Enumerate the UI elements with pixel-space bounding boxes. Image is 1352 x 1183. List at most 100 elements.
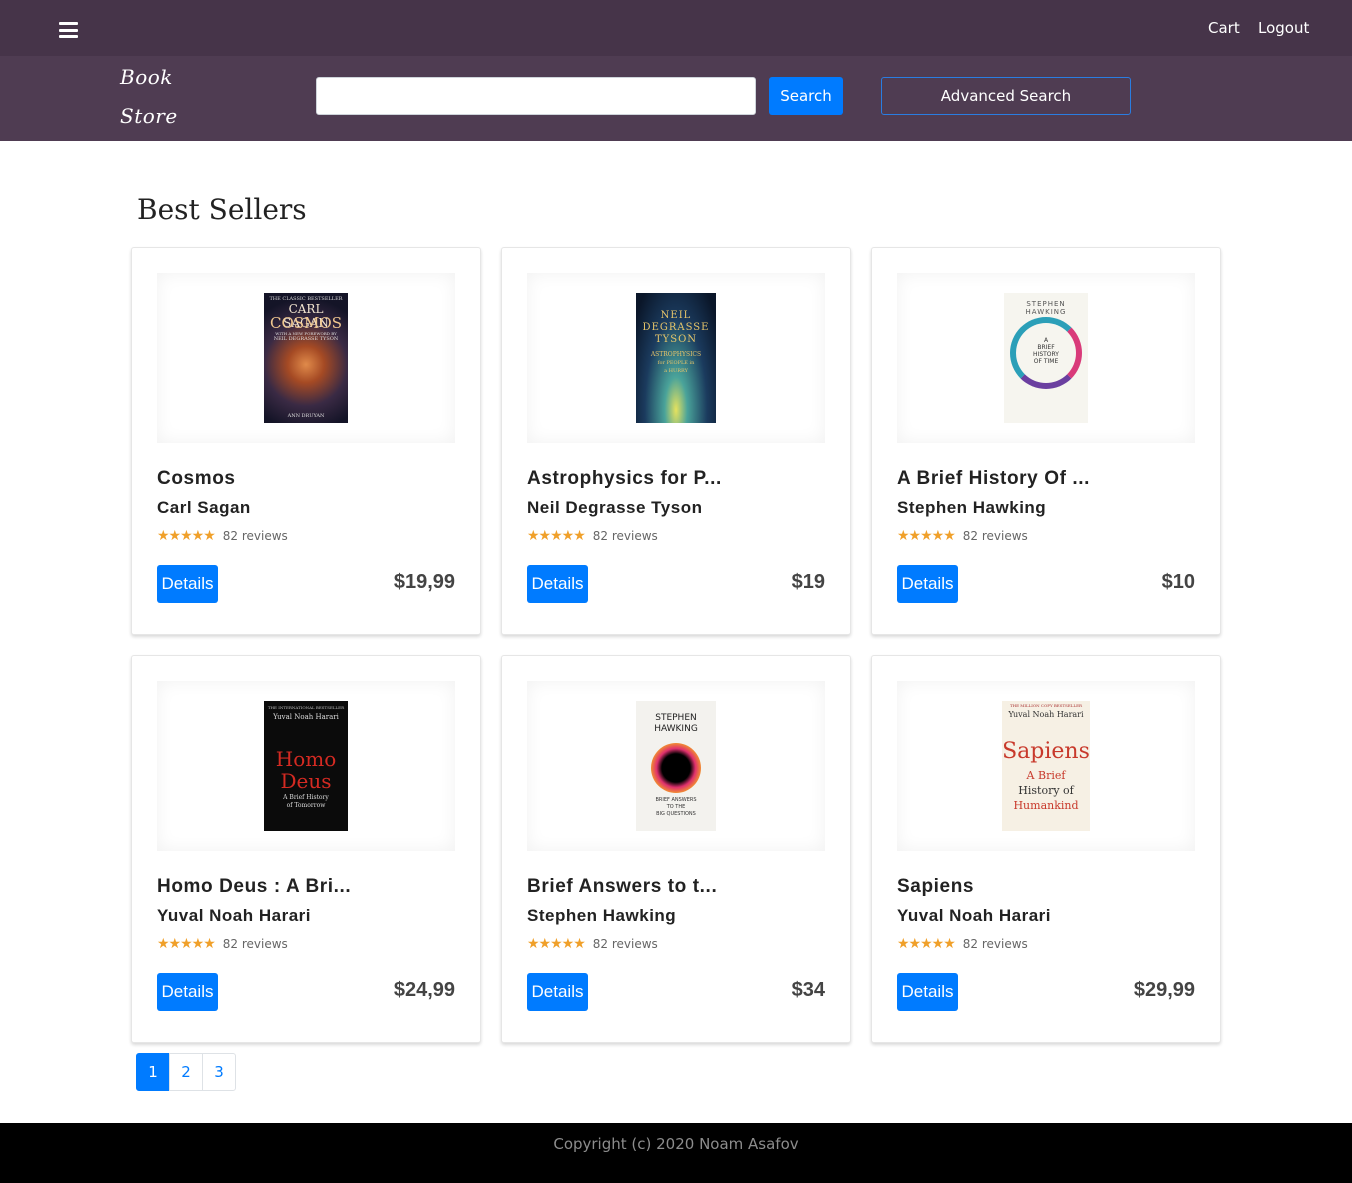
cover-text: A Brief — [1026, 769, 1066, 782]
book-price: $19 — [791, 571, 825, 593]
book-card: THE INTERNATIONAL BESTSELLER Yuval Noah … — [131, 655, 481, 1043]
book-price: $29,99 — [1133, 979, 1195, 1001]
book-cover-frame: THE INTERNATIONAL BESTSELLER Yuval Noah … — [157, 681, 455, 851]
cover-text: THE INTERNATIONAL BESTSELLER — [267, 705, 345, 710]
cover-text: Sapiens — [1002, 739, 1090, 764]
book-title[interactable]: Cosmos — [157, 468, 236, 490]
cover-text: NEIL — [660, 310, 692, 321]
details-button[interactable]: Details — [527, 973, 588, 1011]
reviews-count: 82 reviews — [222, 529, 288, 543]
book-title[interactable]: Homo Deus : A Bri... — [157, 876, 351, 898]
black-hole-graphic — [651, 743, 701, 793]
cover-text: A Brief History — [283, 794, 329, 801]
cover-text: BIG QUESTIONS — [656, 811, 696, 817]
pagination: 1 2 3 — [136, 1053, 236, 1091]
cover-text: Humankind — [1013, 799, 1079, 812]
cover-text: STEPHEN — [655, 713, 697, 723]
cart-link[interactable]: Cart — [1208, 19, 1240, 37]
cover-text: HAWKING — [654, 724, 698, 734]
reviews-count: 82 reviews — [962, 529, 1028, 543]
book-card: NEIL DEGRASSE TYSON ASTROPHYSICS for PEO… — [501, 247, 851, 635]
top-navbar: Cart Logout — [0, 0, 1352, 56]
star-rating-icon: ★★★★★ — [527, 936, 586, 952]
book-card: STEPHEN HAWKING A BRIEF HISTORY OF TIME … — [871, 247, 1221, 635]
cover-text: a HURRY — [664, 368, 688, 374]
cover-text: DEGRASSE — [642, 322, 710, 333]
reviews-count: 82 reviews — [222, 937, 288, 951]
book-cover-frame: NEIL DEGRASSE TYSON ASTROPHYSICS for PEO… — [527, 273, 825, 443]
cover-text: HAWKING — [1025, 308, 1067, 316]
footer: Copyright (c) 2020 Noam Asafov — [0, 1123, 1352, 1183]
logout-link[interactable]: Logout — [1258, 19, 1309, 37]
rating: ★★★★★ 82 reviews — [527, 936, 658, 952]
book-card: THE MILLION COPY BESTSELLER Yuval Noah H… — [871, 655, 1221, 1043]
book-cover-image[interactable]: THE CLASSIC BESTSELLER CARL SAGAN COSMOS… — [264, 293, 348, 423]
details-button[interactable]: Details — [897, 565, 958, 603]
reviews-count: 82 reviews — [592, 937, 658, 951]
page-link-3[interactable]: 3 — [202, 1053, 236, 1091]
book-price: $24,99 — [393, 979, 455, 1001]
cover-text: STEPHEN — [1026, 300, 1066, 308]
book-author: Carl Sagan — [157, 498, 251, 517]
book-author: Yuval Noah Harari — [157, 906, 312, 925]
page-link-2[interactable]: 2 — [169, 1053, 203, 1091]
book-title[interactable]: Brief Answers to t... — [527, 876, 717, 898]
cover-text: Deus — [280, 769, 332, 793]
cover-text: COSMOS — [270, 314, 342, 332]
cover-text: HISTORY — [1033, 351, 1059, 358]
search-button[interactable]: Search — [769, 77, 843, 115]
book-card: STEPHEN HAWKING BRIEF ANSWERS TO THE BIG… — [501, 655, 851, 1043]
star-rating-icon: ★★★★★ — [897, 528, 956, 544]
details-button[interactable]: Details — [527, 565, 588, 603]
menu-icon[interactable] — [59, 22, 78, 38]
book-author: Neil Degrasse Tyson — [527, 498, 703, 517]
book-cover-frame: STEPHEN HAWKING BRIEF ANSWERS TO THE BIG… — [527, 681, 825, 851]
rating: ★★★★★ 82 reviews — [157, 528, 288, 544]
star-rating-icon: ★★★★★ — [897, 936, 956, 952]
logo-line-1: Book — [120, 65, 173, 89]
page-link-1[interactable]: 1 — [136, 1053, 170, 1091]
book-price: $34 — [791, 979, 825, 1001]
cover-text: of Tomorrow — [286, 802, 326, 809]
cover-text: THE MILLION COPY BESTSELLER — [1009, 703, 1083, 708]
cover-text: Homo — [275, 747, 337, 771]
book-title[interactable]: Astrophysics for P... — [527, 468, 722, 490]
cover-text: TO THE — [666, 804, 686, 810]
rating: ★★★★★ 82 reviews — [527, 528, 658, 544]
book-card: THE CLASSIC BESTSELLER CARL SAGAN COSMOS… — [131, 247, 481, 635]
cover-text: BRIEF ANSWERS — [655, 797, 697, 803]
cover-text: Yuval Noah Harari — [273, 713, 339, 721]
reviews-count: 82 reviews — [962, 937, 1028, 951]
reviews-count: 82 reviews — [592, 529, 658, 543]
copyright-text: Copyright (c) 2020 Noam Asafov — [553, 1135, 799, 1153]
cover-text: OF TIME — [1033, 358, 1059, 365]
search-header: Book Store Search Advanced Search — [0, 56, 1352, 141]
book-price: $19,99 — [393, 571, 455, 593]
book-title[interactable]: A Brief History Of ... — [897, 468, 1090, 490]
cover-text: A — [1043, 337, 1049, 344]
section-title: Best Sellers — [137, 193, 307, 226]
details-button[interactable]: Details — [157, 565, 218, 603]
book-title[interactable]: Sapiens — [897, 876, 974, 898]
store-logo[interactable]: Book Store — [120, 58, 178, 136]
rating: ★★★★★ 82 reviews — [897, 936, 1028, 952]
advanced-search-button[interactable]: Advanced Search — [881, 77, 1131, 115]
details-button[interactable]: Details — [157, 973, 218, 1011]
details-button[interactable]: Details — [897, 973, 958, 1011]
book-author: Stephen Hawking — [897, 498, 1047, 517]
star-rating-icon: ★★★★★ — [157, 528, 216, 544]
search-input[interactable] — [316, 77, 756, 115]
cover-text: NEIL DEGRASSE TYSON — [273, 336, 339, 342]
cover-text: ASTROPHYSICS — [650, 351, 702, 358]
book-cover-image[interactable]: NEIL DEGRASSE TYSON ASTROPHYSICS for PEO… — [636, 293, 716, 423]
book-cover-image[interactable]: STEPHEN HAWKING BRIEF ANSWERS TO THE BIG… — [636, 701, 716, 831]
book-cover-image[interactable]: STEPHEN HAWKING A BRIEF HISTORY OF TIME — [1004, 293, 1088, 423]
book-author: Stephen Hawking — [527, 906, 677, 925]
book-cover-image[interactable]: THE MILLION COPY BESTSELLER Yuval Noah H… — [1002, 701, 1090, 831]
book-cover-frame: THE MILLION COPY BESTSELLER Yuval Noah H… — [897, 681, 1195, 851]
book-cover-frame: STEPHEN HAWKING A BRIEF HISTORY OF TIME — [897, 273, 1195, 443]
rating: ★★★★★ 82 reviews — [157, 936, 288, 952]
cover-text: TYSON — [654, 334, 698, 345]
book-author: Yuval Noah Harari — [897, 906, 1052, 925]
book-cover-image[interactable]: THE INTERNATIONAL BESTSELLER Yuval Noah … — [264, 701, 348, 831]
